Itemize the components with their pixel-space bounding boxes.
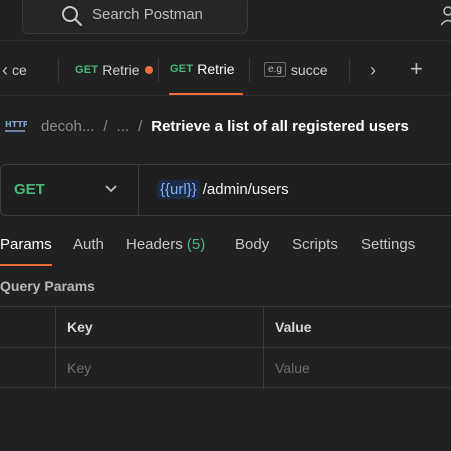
request-title[interactable]: Retrieve a list of all registered users <box>151 118 409 135</box>
breadcrumb: HTTP decoh... / ... / Retrieve a list of… <box>0 112 451 140</box>
param-value-input[interactable]: Value <box>275 360 310 376</box>
tab-headers-label: Headers <box>126 236 183 253</box>
breadcrumb-workspace[interactable]: decoh... <box>41 118 94 135</box>
tab-strip: ‹ ce GET Retrie GET Retrie e.g succe › + <box>0 44 451 96</box>
user-icon[interactable] <box>441 5 451 27</box>
tab-auth[interactable]: Auth <box>73 236 104 253</box>
request-tabs: Params Auth Headers (5) Body Scripts Set… <box>0 228 451 266</box>
request-url-bar: GET {{url}} /admin/users <box>0 164 451 216</box>
tab-body[interactable]: Body <box>235 236 269 253</box>
column-header-key: Key <box>67 319 93 335</box>
method-select[interactable]: GET <box>1 165 139 215</box>
url-input[interactable]: {{url}} /admin/users <box>157 180 289 199</box>
breadcrumb-separator: / <box>138 117 143 135</box>
headers-count: (5) <box>186 236 206 253</box>
tab-label: Retrie <box>102 61 140 78</box>
new-tab-button[interactable]: + <box>410 56 423 82</box>
search-box[interactable]: Search Postman <box>22 0 248 34</box>
tab-label: Retrie <box>197 60 235 77</box>
tab-settings[interactable]: Settings <box>361 236 415 253</box>
breadcrumb-ellipsis[interactable]: ... <box>117 118 130 135</box>
tab-divider <box>58 58 59 82</box>
table-header-row: Key Value <box>0 307 451 348</box>
query-params-title: Query Params <box>0 278 95 294</box>
tabs-prev-button[interactable]: ‹ <box>2 60 8 81</box>
param-key-input[interactable]: Key <box>67 360 91 376</box>
svg-text:HTTP: HTTP <box>5 120 27 129</box>
tab-params[interactable]: Params <box>0 236 52 253</box>
tab-label: ce <box>12 61 27 78</box>
breadcrumb-separator: / <box>103 117 108 135</box>
search-placeholder: Search Postman <box>92 6 203 23</box>
tab-divider <box>158 58 159 82</box>
query-params-table: Key Value Key Value <box>0 306 451 389</box>
tab-retrieve-unsaved[interactable]: GET Retrie <box>75 44 157 95</box>
search-icon <box>62 6 82 26</box>
tab-partial[interactable]: ce <box>12 44 58 95</box>
example-icon: e.g <box>264 62 286 77</box>
active-tab-indicator <box>0 264 52 266</box>
tab-divider <box>249 58 250 82</box>
tab-method: GET <box>170 62 194 75</box>
chevron-down-icon <box>105 185 117 193</box>
tab-example[interactable]: e.g succe <box>264 44 348 95</box>
tab-method: GET <box>75 63 99 76</box>
tab-headers[interactable]: Headers (5) <box>126 236 205 253</box>
table-row: Key Value <box>0 348 451 389</box>
method-label: GET <box>14 181 45 198</box>
tab-divider <box>349 58 350 82</box>
unsaved-dot-icon <box>144 65 153 74</box>
column-header-value: Value <box>275 319 312 335</box>
tab-retrieve-active[interactable]: GET Retrie <box>169 44 243 95</box>
http-icon: HTTP <box>5 120 27 132</box>
tab-label: succe <box>290 61 328 78</box>
tabs-next-button[interactable]: › <box>370 60 376 81</box>
url-path: /admin/users <box>202 181 289 198</box>
top-bar: Search Postman <box>0 0 451 41</box>
tab-scripts[interactable]: Scripts <box>292 236 338 253</box>
url-variable: {{url}} <box>157 180 200 199</box>
